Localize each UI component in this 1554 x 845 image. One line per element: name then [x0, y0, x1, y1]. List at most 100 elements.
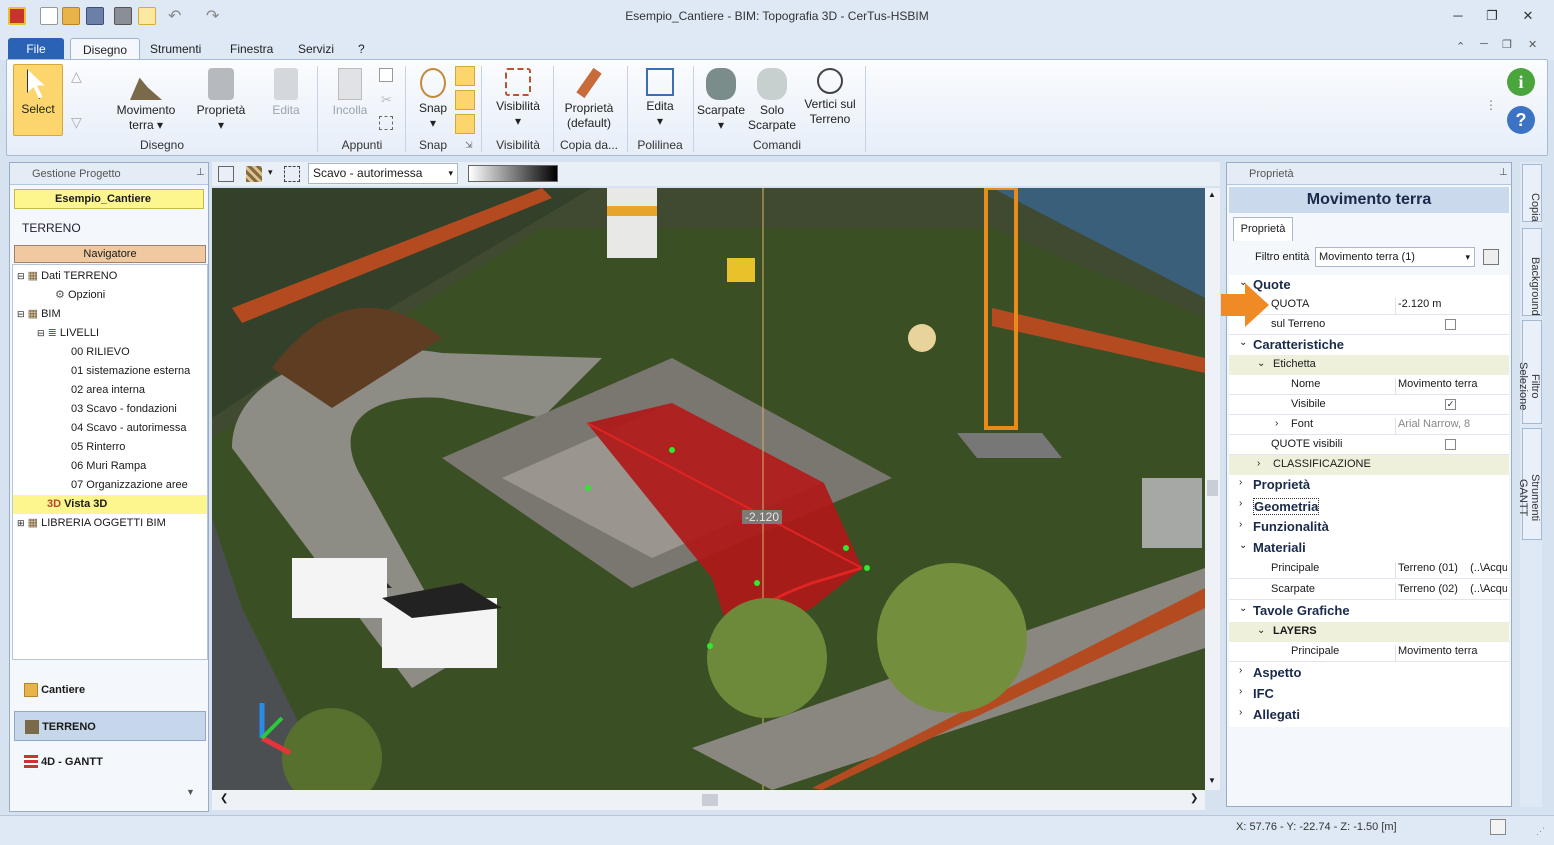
row-scarpate-value[interactable]: Terreno (02) (..\Acqu: [1395, 583, 1507, 599]
properties-pin-icon[interactable]: ⊥: [1499, 167, 1508, 178]
snap-endpoint-icon[interactable]: [455, 66, 475, 86]
help-icon[interactable]: ?: [1507, 106, 1535, 134]
tab-strumenti[interactable]: Strumenti: [138, 38, 213, 60]
tree-item-level[interactable]: 03 Scavo - fondazioni: [17, 400, 207, 419]
nav-button-terreno[interactable]: TERRENO: [14, 711, 206, 741]
project-name[interactable]: Esempio_Cantiere: [14, 189, 204, 209]
scroll-right-icon[interactable]: ❯: [1190, 793, 1198, 804]
edita-polilinea-button[interactable]: Edita ▾: [635, 68, 685, 129]
tab-file[interactable]: File: [8, 38, 64, 60]
snap-midpoint-icon[interactable]: [455, 90, 475, 110]
section-proprieta[interactable]: › Proprietà: [1229, 475, 1509, 495]
row-principale[interactable]: Principale Terreno (01) (..\Acqu: [1229, 559, 1509, 579]
tree-item-level[interactable]: 06 Muri Rampa: [17, 457, 207, 476]
tab-proprieta[interactable]: Proprietà: [1233, 217, 1293, 241]
row-quota-value[interactable]: -2.120 m: [1395, 298, 1505, 314]
hscroll-thumb[interactable]: [702, 794, 718, 806]
proprieta-button[interactable]: Proprietà ▾: [193, 68, 249, 133]
tree-item-level[interactable]: 02 area interna: [17, 381, 207, 400]
filter-edit-icon[interactable]: [1483, 249, 1499, 265]
tree-item-dati-terreno[interactable]: ⊟ ▦ Dati TERRENO: [17, 267, 207, 286]
section-materiali[interactable]: ⌄ Materiali: [1229, 538, 1509, 558]
transparency-slider[interactable]: [468, 165, 558, 182]
vertici-terreno-button[interactable]: Vertici sul Terreno: [799, 68, 861, 127]
nav-button-cantiere[interactable]: Cantiere: [14, 675, 206, 705]
scroll-down-icon[interactable]: ▼: [1208, 776, 1216, 785]
snap-settings-icon[interactable]: ⇲: [465, 140, 473, 151]
row-quote-visibili[interactable]: QUOTE visibili: [1229, 435, 1509, 455]
mdi-minimize-icon[interactable]: ─: [1480, 38, 1488, 50]
row-quota[interactable]: QUOTA -2.120 m: [1229, 295, 1509, 315]
row-etichetta[interactable]: ⌄ Etichetta: [1229, 355, 1509, 375]
level-down-icon[interactable]: ▽: [71, 114, 82, 131]
mdi-restore-icon[interactable]: ❐: [1502, 38, 1512, 51]
minimize-icon[interactable]: ─: [1448, 8, 1468, 24]
row-scarpate[interactable]: Scarpate Terreno (02) (..\Acqu: [1229, 580, 1509, 600]
vertical-scrollbar[interactable]: ▲ ▼: [1205, 188, 1220, 790]
tree-item-level[interactable]: 04 Scavo - autorimessa: [17, 419, 207, 438]
nav-button-gantt[interactable]: 4D - GANTT: [14, 747, 206, 777]
status-tool-icon[interactable]: [1490, 819, 1506, 835]
snap-button[interactable]: Snap ▾: [411, 68, 455, 131]
select-button[interactable]: Select: [13, 64, 63, 136]
section-ifc[interactable]: › IFC: [1229, 684, 1509, 704]
side-tab-filtro[interactable]: Filtro Selezione: [1517, 320, 1542, 424]
tree-item-level[interactable]: 01 sistemazione esterna: [17, 362, 207, 381]
section-allegati[interactable]: › Allegati: [1229, 705, 1509, 725]
solo-scarpate-button[interactable]: Solo Scarpate: [747, 68, 797, 133]
nav-expand-icon[interactable]: ▼: [186, 787, 195, 797]
tree-item-bim[interactable]: ⊟ ▦ BIM: [17, 305, 207, 324]
proprieta-default-button[interactable]: Proprietà (default): [559, 67, 619, 131]
tab-help[interactable]: ?: [346, 38, 377, 60]
side-tab-copia[interactable]: Copia: [1522, 164, 1542, 222]
pin-icon[interactable]: ⊥: [196, 167, 205, 178]
side-tab-background[interactable]: Background: [1522, 228, 1542, 316]
scarpate-button[interactable]: Scarpate ▾: [697, 68, 745, 133]
texture-dropdown-icon[interactable]: ▾: [268, 167, 273, 178]
ribbon-more-icon[interactable]: ⋮: [1485, 98, 1497, 112]
visibilita-button[interactable]: Visibilità ▾: [489, 68, 547, 129]
section-caratteristiche[interactable]: ⌄ Caratteristiche: [1229, 335, 1509, 355]
tree-item-level[interactable]: 00 RILIEVO: [17, 343, 207, 362]
row-font[interactable]: › Font Arial Narrow, 8: [1229, 415, 1509, 435]
tab-servizi[interactable]: Servizi: [286, 38, 346, 60]
snap-grid-icon[interactable]: [455, 114, 475, 134]
tree-item-livelli[interactable]: ⊟ ≣ LIVELLI: [17, 324, 207, 343]
section-funzionalita[interactable]: › Funzionalità: [1229, 517, 1509, 537]
tree-item-level[interactable]: 05 Rinterro: [17, 438, 207, 457]
section-aspetto[interactable]: › Aspetto: [1229, 663, 1509, 683]
scroll-up-icon[interactable]: ▲: [1208, 190, 1216, 199]
zoom-extents-icon[interactable]: [284, 166, 300, 182]
select-area-icon[interactable]: [379, 116, 393, 130]
section-tavole[interactable]: ⌄ Tavole Grafiche: [1229, 601, 1509, 621]
side-tab-gantt[interactable]: Strumenti GANTT: [1517, 428, 1542, 540]
tab-finestra[interactable]: Finestra: [218, 38, 285, 60]
align-icon[interactable]: [218, 166, 234, 182]
texture-icon[interactable]: [246, 166, 262, 182]
row-layers-principale-value[interactable]: Movimento terra: [1395, 645, 1505, 661]
scroll-thumb[interactable]: [1207, 480, 1218, 496]
tree-item-vista3d[interactable]: 3D Vista 3D: [13, 495, 207, 514]
row-nome-value[interactable]: Movimento terra: [1395, 378, 1505, 394]
row-nome[interactable]: Nome Movimento terra: [1229, 375, 1509, 395]
section-geometria[interactable]: › Geometria: [1229, 496, 1509, 516]
ribbon-collapse-icon[interactable]: ⌃: [1456, 40, 1465, 53]
tree-item-libreria[interactable]: ⊞ ▦ LIBRERIA OGGETTI BIM: [17, 514, 207, 533]
row-layers-principale[interactable]: Principale Movimento terra: [1229, 642, 1509, 662]
layer-select[interactable]: Scavo - autorimessa ▾: [308, 163, 458, 184]
visibile-checkbox[interactable]: ✓: [1445, 399, 1456, 410]
row-font-value[interactable]: Arial Narrow, 8: [1395, 418, 1505, 434]
cut-icon[interactable]: ✂: [381, 92, 392, 108]
movimento-terra-button[interactable]: Movimento terra ▾: [111, 68, 181, 133]
tab-disegno[interactable]: Disegno: [70, 38, 141, 60]
tree-item-opzioni[interactable]: ⚙ Opzioni: [17, 286, 207, 305]
scroll-left-icon[interactable]: ❮: [220, 793, 228, 804]
section-quote[interactable]: ⌄ Quote: [1229, 275, 1509, 295]
info-icon[interactable]: i: [1507, 68, 1535, 96]
restore-icon[interactable]: ❐: [1482, 8, 1502, 24]
row-principale-value[interactable]: Terreno (01) (..\Acqu: [1395, 562, 1507, 578]
level-up-icon[interactable]: △: [71, 68, 82, 85]
3d-viewport[interactable]: -2.120: [212, 188, 1205, 790]
copy-icon[interactable]: [379, 68, 393, 82]
quote-visibili-checkbox[interactable]: [1445, 439, 1456, 450]
